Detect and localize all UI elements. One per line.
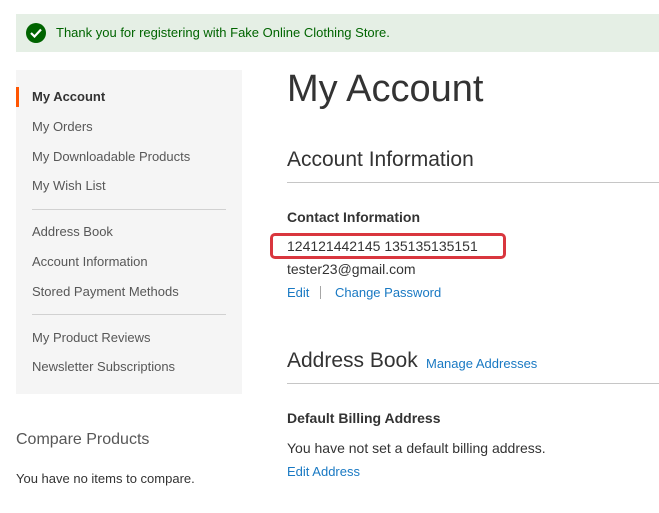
customer-email: tester23@gmail.com	[287, 261, 416, 277]
section-divider	[287, 182, 659, 183]
sidebar-divider	[32, 314, 226, 315]
sidebar-item-my-account[interactable]: My Account	[32, 89, 105, 104]
default-billing-address-title: Default Billing Address	[287, 410, 441, 426]
edit-address-link[interactable]: Edit Address	[287, 464, 360, 479]
annotation-highlight-box	[270, 233, 506, 259]
sidebar-item-account-information[interactable]: Account Information	[32, 254, 148, 269]
page-title: My Account	[287, 68, 484, 110]
sidebar-item-newsletter-subscriptions[interactable]: Newsletter Subscriptions	[32, 359, 175, 374]
compare-products-empty-text: You have no items to compare.	[16, 471, 195, 486]
edit-account-link[interactable]: Edit	[287, 285, 309, 300]
billing-address-empty-text: You have not set a default billing addre…	[287, 440, 546, 456]
sidebar-item-address-book[interactable]: Address Book	[32, 224, 113, 239]
success-message-text: Thank you for registering with Fake Onli…	[56, 25, 390, 40]
account-information-title: Account Information	[287, 148, 474, 171]
contact-information-title: Contact Information	[287, 209, 420, 225]
sidebar-item-wish-list[interactable]: My Wish List	[32, 178, 106, 193]
success-message: Thank you for registering with Fake Onli…	[16, 14, 659, 52]
section-divider	[287, 383, 659, 384]
sidebar-item-stored-payment-methods[interactable]: Stored Payment Methods	[32, 284, 179, 299]
address-book-title: Address Book	[287, 349, 418, 372]
change-password-link[interactable]: Change Password	[335, 285, 441, 300]
active-nav-indicator	[16, 87, 19, 107]
sidebar-item-product-reviews[interactable]: My Product Reviews	[32, 330, 150, 345]
compare-products-title: Compare Products	[16, 431, 150, 448]
manage-addresses-link[interactable]: Manage Addresses	[426, 356, 537, 371]
account-sidebar-nav: My Account My Orders My Downloadable Pro…	[16, 70, 242, 394]
sidebar-item-my-orders[interactable]: My Orders	[32, 119, 93, 134]
sidebar-item-downloadable-products[interactable]: My Downloadable Products	[32, 149, 190, 164]
link-separator	[320, 286, 321, 299]
sidebar-divider	[32, 209, 226, 210]
check-circle-icon	[26, 23, 46, 43]
